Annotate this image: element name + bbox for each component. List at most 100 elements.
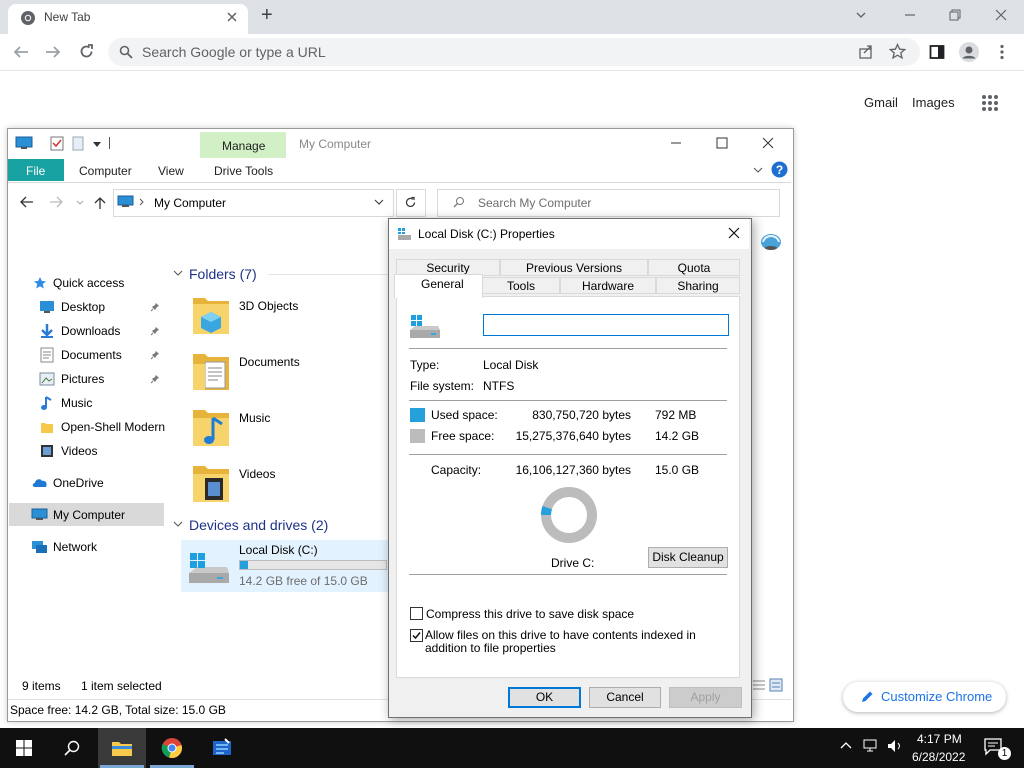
gmail-link[interactable]: Gmail [864, 95, 898, 110]
folder-music[interactable]: Music [239, 411, 270, 425]
status-item-count: 9 items [22, 679, 61, 693]
nav-item-documents[interactable]: Documents [61, 348, 122, 362]
customize-chrome-label: Customize Chrome [881, 689, 993, 704]
side-panel-icon[interactable] [929, 44, 945, 60]
explorer-forward-icon[interactable] [49, 196, 63, 208]
capacity-bytes: 16,106,127,360 bytes [515, 463, 631, 477]
nav-quick-access[interactable]: Quick access [53, 276, 124, 290]
star-icon[interactable] [889, 43, 906, 60]
network-app-icon [213, 738, 231, 755]
pin-icon[interactable] [150, 302, 160, 312]
forward-icon[interactable] [44, 44, 62, 60]
nav-item-music[interactable]: Music [61, 396, 92, 410]
pin-icon[interactable] [150, 350, 160, 360]
file-explorer-taskbar-button[interactable] [98, 728, 146, 768]
chevron-down-icon[interactable] [854, 8, 868, 22]
folder-documents[interactable]: Documents [239, 355, 300, 369]
minimize-icon[interactable] [903, 8, 917, 22]
dialog-close-icon[interactable] [728, 227, 740, 239]
apps-grid-icon[interactable] [981, 94, 999, 112]
ribbon-file-label: File [26, 164, 46, 178]
drive-label-input[interactable] [483, 314, 729, 336]
customize-chrome-button[interactable]: Customize Chrome [843, 682, 1006, 712]
ribbon-view-tab[interactable]: View [158, 164, 184, 178]
images-link[interactable]: Images [912, 95, 955, 110]
explorer-maximize-icon[interactable] [716, 137, 728, 149]
folder-3d-objects[interactable]: 3D Objects [239, 299, 298, 313]
folders-group-header[interactable]: Folders (7) [189, 266, 257, 282]
breadcrumb[interactable]: My Computer [154, 196, 226, 210]
compress-checkbox[interactable] [410, 607, 423, 620]
explorer-close-icon[interactable] [762, 137, 774, 149]
properties-qat-icon[interactable] [50, 136, 64, 151]
volume-icon[interactable] [887, 739, 903, 753]
tab-quota[interactable]: Quota [648, 259, 740, 276]
clock-time[interactable]: 4:17 PM [917, 732, 962, 746]
reload-icon[interactable] [78, 43, 95, 60]
free-space-swatch [410, 429, 425, 443]
recent-locations-icon[interactable] [76, 200, 84, 205]
nav-item-videos[interactable]: Videos [61, 444, 97, 458]
taskbar-search-button[interactable] [48, 728, 96, 768]
documents-folder-icon[interactable] [191, 348, 231, 392]
3d-objects-folder-icon[interactable] [191, 292, 231, 336]
drive-c-name: Local Disk (C:) [239, 543, 318, 557]
ribbon-expand-icon[interactable] [753, 166, 763, 174]
tab-close-icon[interactable] [224, 9, 240, 25]
videos-folder-icon[interactable] [191, 460, 231, 504]
network-status-icon[interactable] [863, 739, 879, 753]
tab-tools[interactable]: Tools [482, 277, 560, 294]
new-folder-qat-icon[interactable] [72, 136, 84, 151]
pin-icon[interactable] [150, 326, 160, 336]
folders-chevron-icon[interactable] [173, 269, 183, 277]
used-label: Used space: [431, 408, 498, 422]
ribbon-computer-tab[interactable]: Computer [79, 164, 132, 178]
disk-cleanup-button[interactable]: Disk Cleanup [648, 547, 728, 568]
tab-previous-versions[interactable]: Previous Versions [500, 259, 648, 276]
tab-sharing[interactable]: Sharing [656, 277, 740, 294]
folder-videos[interactable]: Videos [239, 467, 275, 481]
restore-icon[interactable] [948, 8, 962, 22]
drives-group-header[interactable]: Devices and drives (2) [189, 517, 328, 533]
show-hidden-icons-icon[interactable] [840, 741, 852, 749]
cancel-button[interactable]: Cancel [589, 687, 661, 708]
profile-avatar-icon[interactable] [959, 42, 979, 62]
new-tab-button[interactable]: + [261, 4, 273, 27]
large-icons-view-icon[interactable] [769, 678, 783, 692]
nav-item-desktop[interactable]: Desktop [61, 300, 105, 314]
dialog-drive-icon [397, 227, 412, 241]
nav-onedrive[interactable]: OneDrive [53, 476, 104, 490]
nav-item-open-shell[interactable]: Open-Shell Modern [61, 420, 165, 434]
chrome-taskbar-button[interactable] [148, 728, 196, 768]
details-view-icon[interactable] [752, 679, 766, 691]
up-icon[interactable] [94, 196, 106, 210]
ribbon-divider [8, 182, 791, 183]
explorer-back-icon[interactable] [20, 196, 34, 208]
nav-network[interactable]: Network [53, 540, 97, 554]
clock-date[interactable]: 6/28/2022 [912, 750, 965, 764]
documents-icon [40, 347, 54, 363]
explorer-minimize-icon[interactable] [670, 138, 682, 148]
open-shell-icon[interactable] [760, 229, 782, 251]
nav-item-pictures[interactable]: Pictures [61, 372, 104, 386]
start-button[interactable] [0, 728, 48, 768]
close-icon[interactable] [994, 8, 1008, 22]
nav-item-downloads[interactable]: Downloads [61, 324, 120, 338]
chrome-menu-icon[interactable] [999, 44, 1005, 60]
share-icon[interactable] [858, 44, 874, 60]
nav-my-computer[interactable]: My Computer [53, 508, 125, 522]
apply-button[interactable]: Apply [669, 687, 742, 708]
address-dropdown-icon[interactable] [374, 199, 384, 206]
help-icon[interactable]: ? [771, 161, 788, 178]
divider-4 [409, 574, 727, 575]
index-checkbox[interactable] [410, 629, 423, 642]
tab-hardware[interactable]: Hardware [560, 277, 656, 294]
qat-dropdown-icon[interactable] [93, 142, 101, 148]
ok-button[interactable]: OK [508, 687, 581, 708]
back-icon[interactable] [12, 44, 30, 60]
music-folder-icon[interactable] [191, 404, 231, 448]
pin-icon[interactable] [150, 374, 160, 384]
network-tool-taskbar-button[interactable] [198, 728, 246, 768]
drives-chevron-icon[interactable] [173, 520, 183, 528]
ribbon-drive-tools-tab[interactable]: Drive Tools [214, 164, 273, 178]
